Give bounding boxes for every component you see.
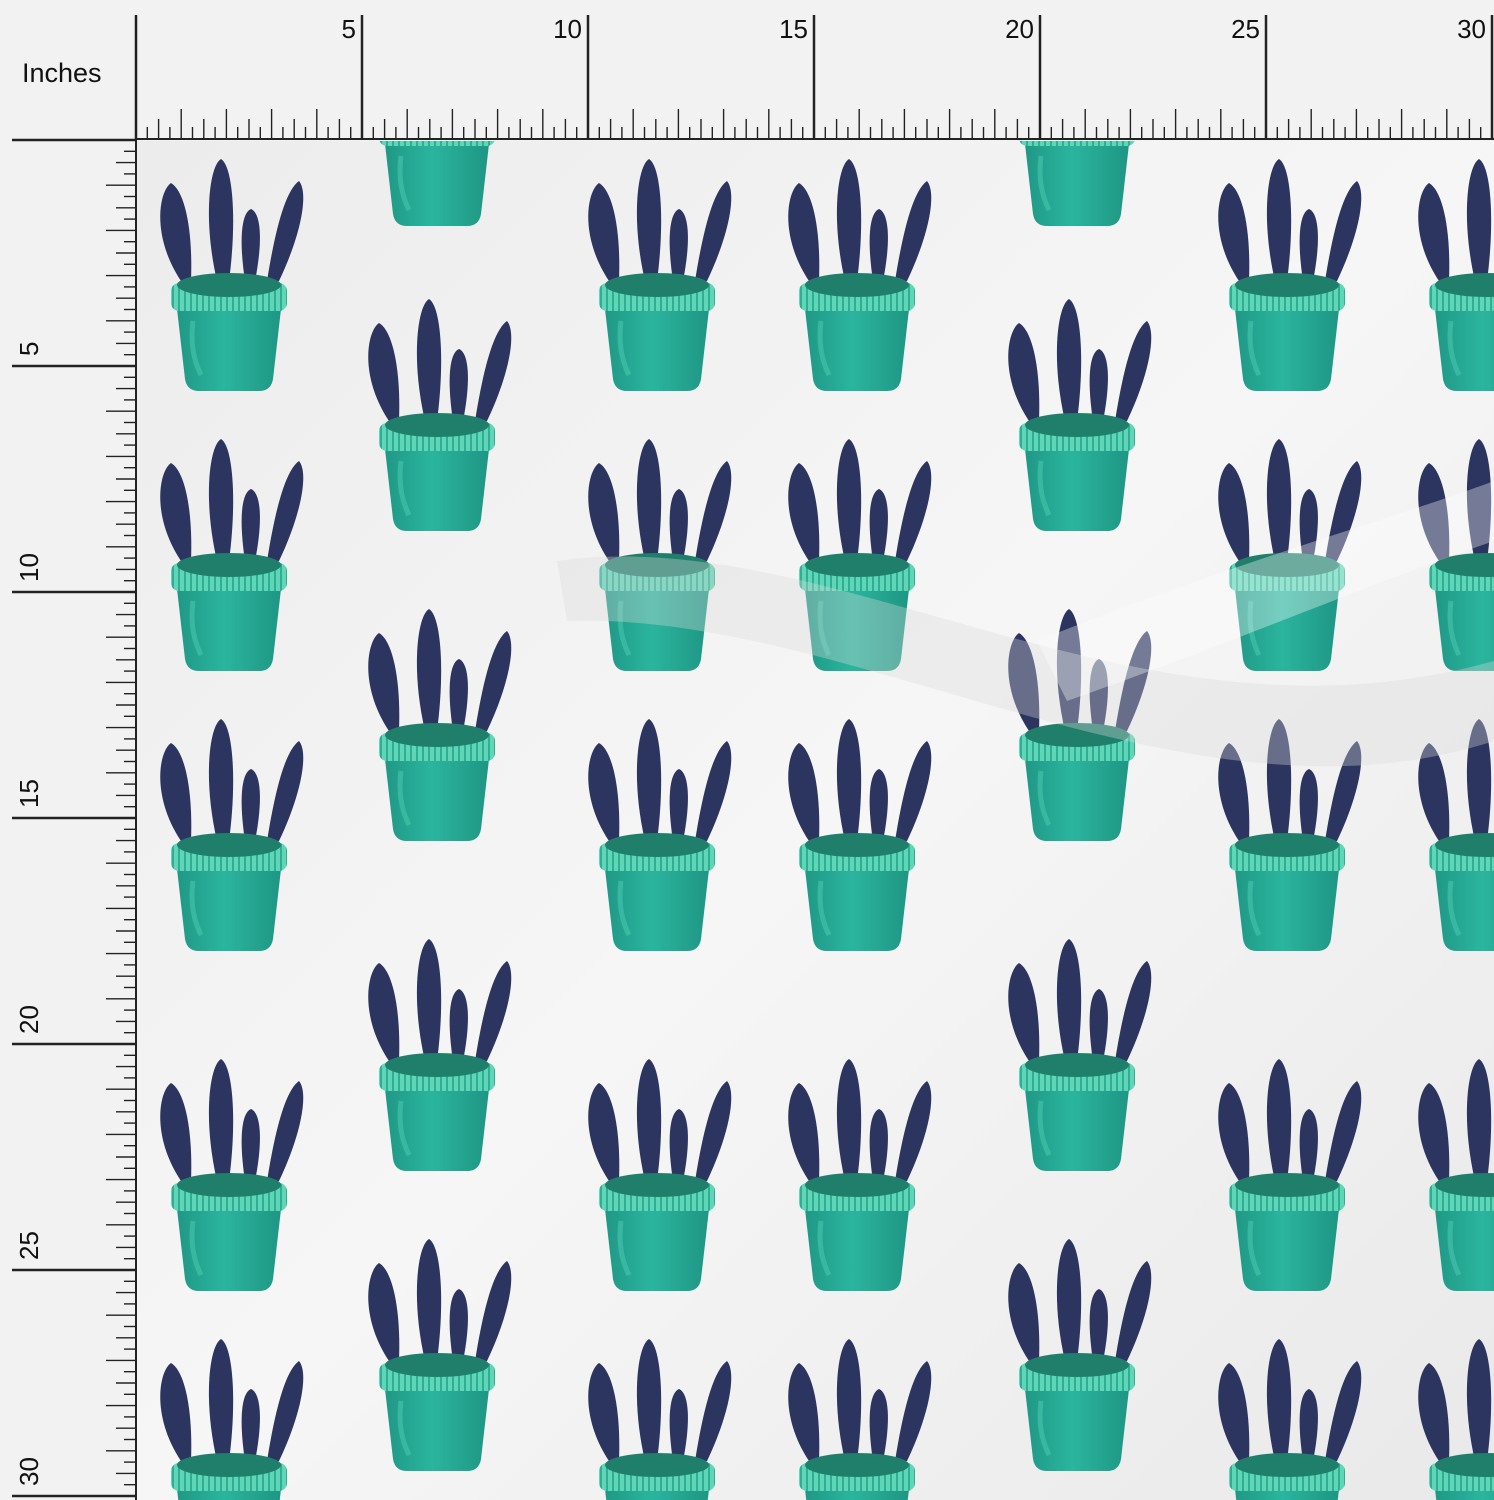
top-ruler-label: 5 [342, 14, 356, 44]
left-ruler: 5 10 15 20 25 30 [12, 138, 137, 1500]
top-ruler: 5 10 15 20 25 30 [134, 14, 1494, 140]
left-ruler-label: 30 [14, 1457, 44, 1486]
left-ruler-label: 15 [14, 779, 44, 808]
top-ruler-label: 10 [553, 14, 582, 44]
left-ruler-label: 10 [14, 553, 44, 582]
left-ruler-label: 5 [14, 342, 44, 356]
left-ruler-label: 20 [14, 1005, 44, 1034]
top-ruler-label: 15 [779, 14, 808, 44]
potted-plant-pattern [137, 141, 1494, 1500]
top-ruler-label: 20 [1005, 14, 1034, 44]
left-ruler-label: 25 [14, 1231, 44, 1260]
top-ruler-label: 25 [1231, 14, 1260, 44]
top-ruler-label: 30 [1457, 14, 1486, 44]
fabric-print [137, 141, 1494, 1500]
